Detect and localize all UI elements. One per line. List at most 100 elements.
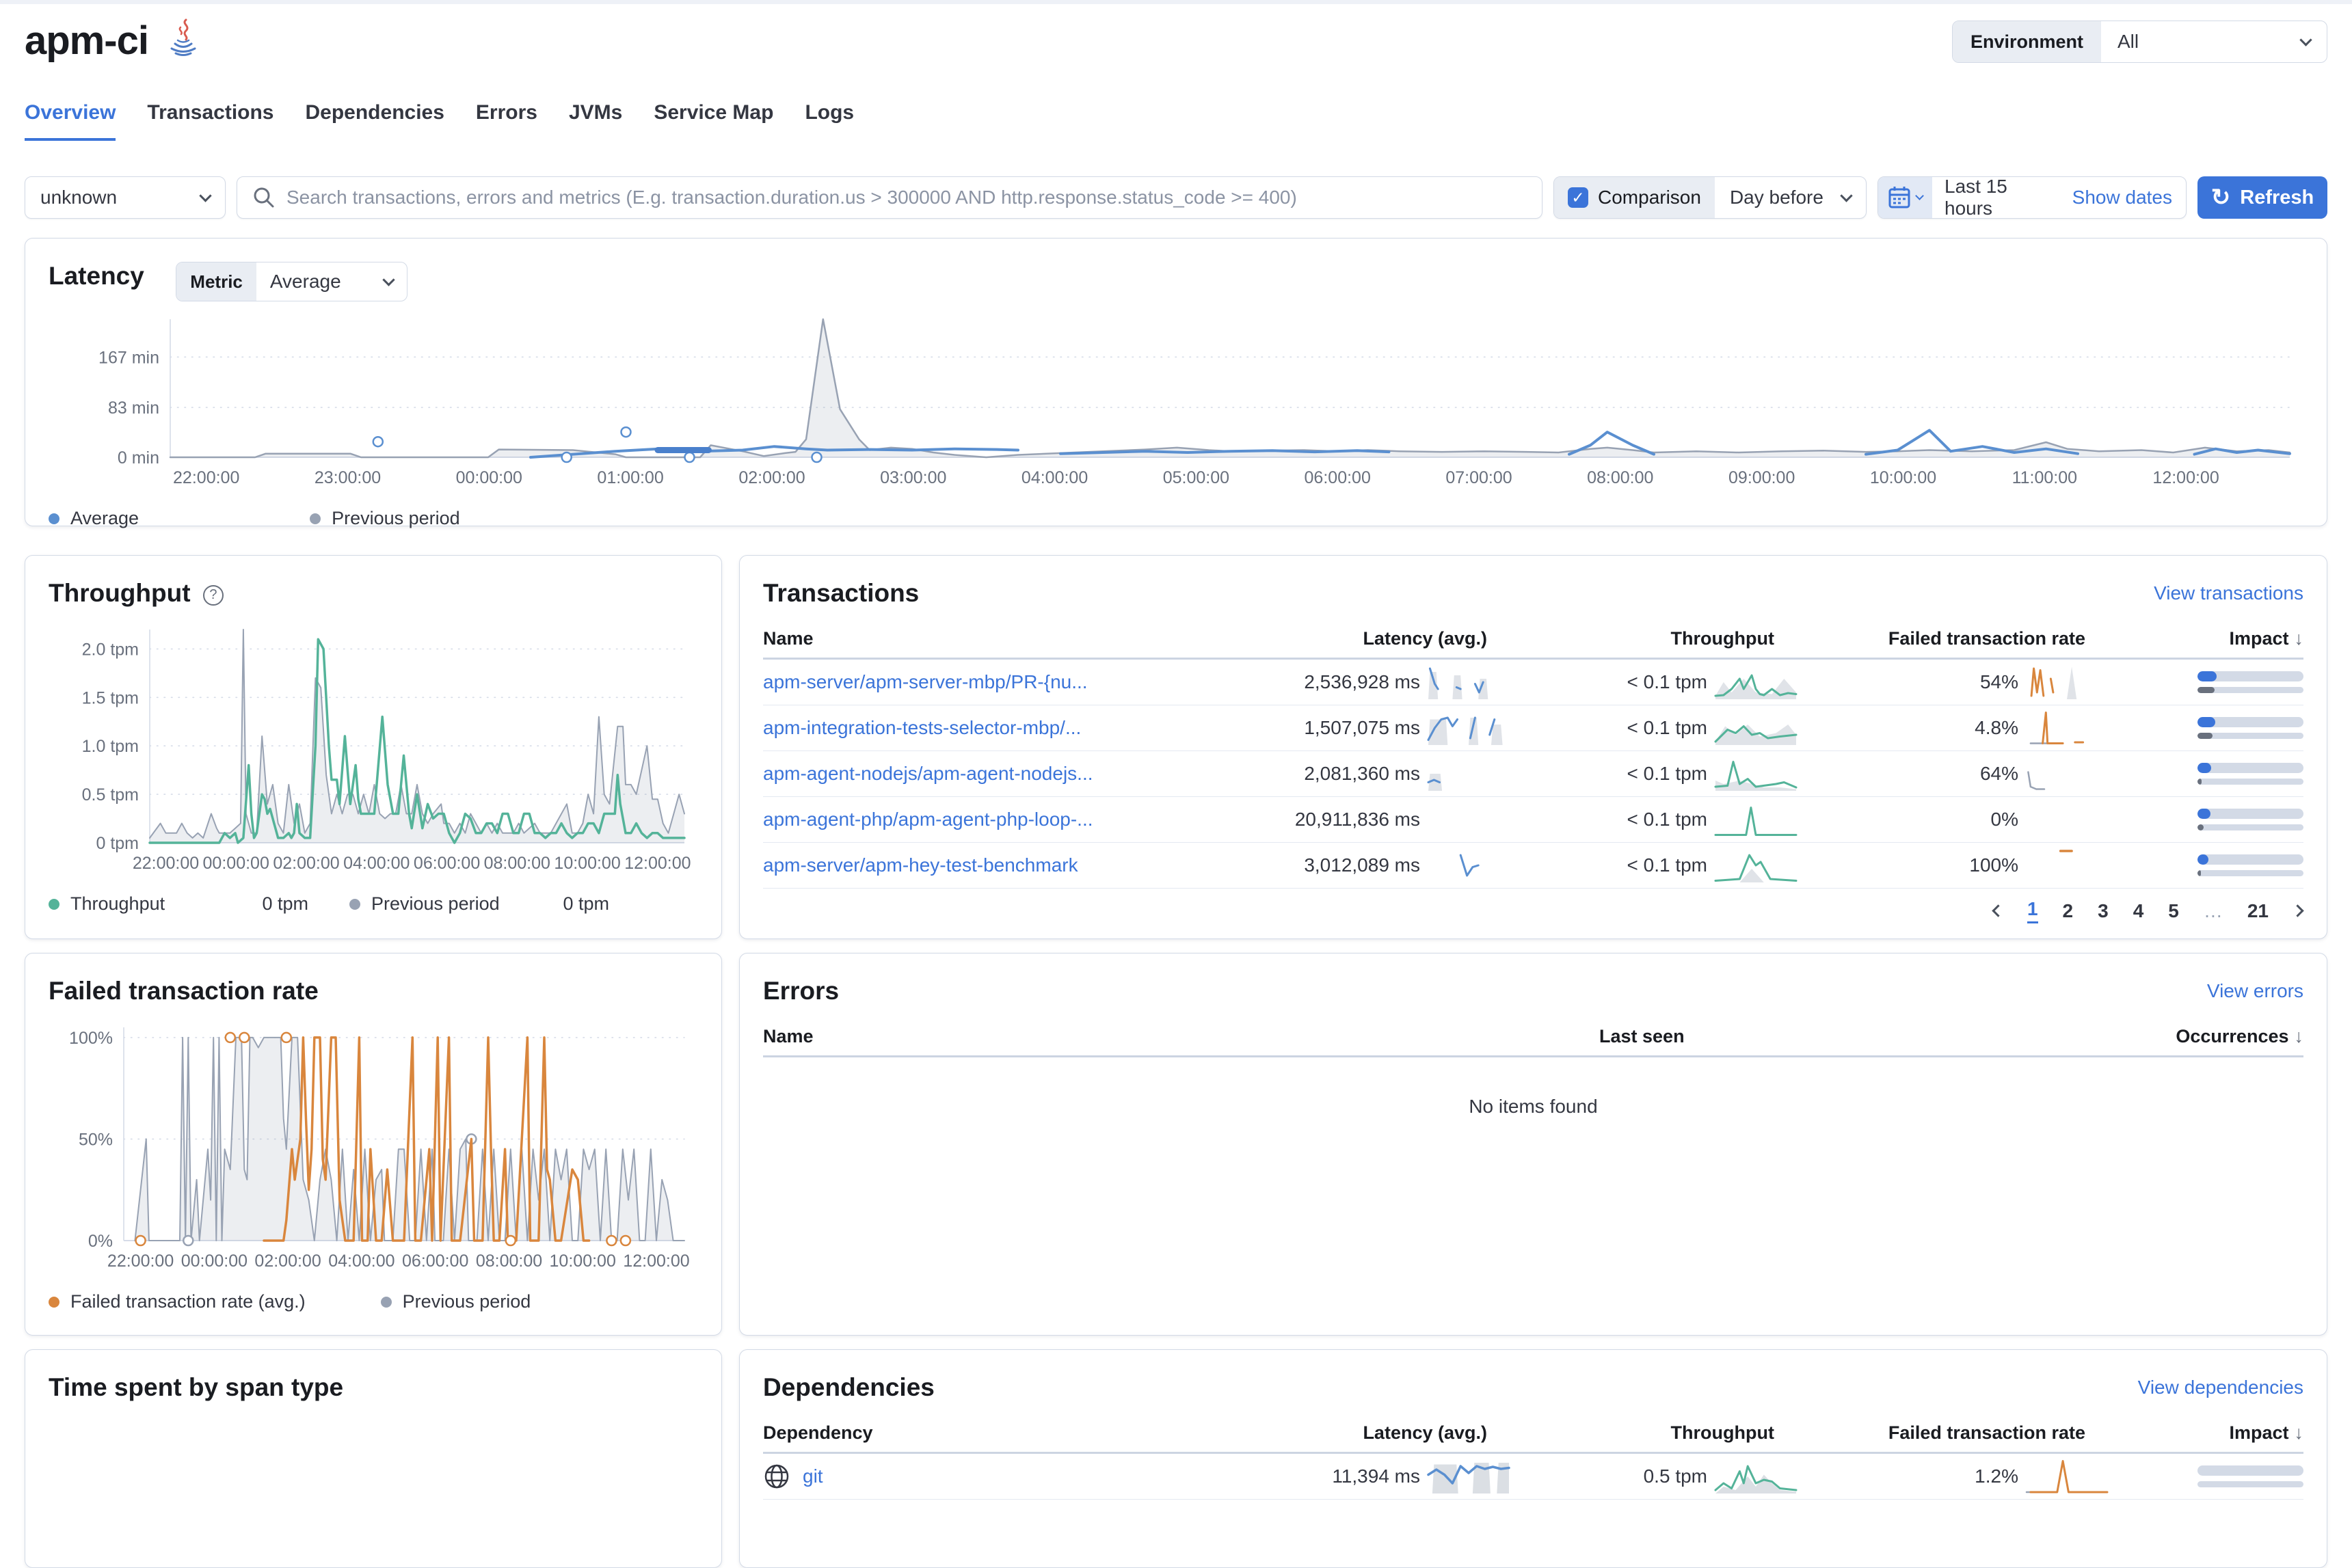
tab-dependencies[interactable]: Dependencies xyxy=(306,101,444,141)
legend-item: Average xyxy=(49,508,139,529)
comparison-toggle[interactable]: ✓ Comparison xyxy=(1554,177,1715,218)
impact-bar xyxy=(2197,1465,2303,1487)
view-dependencies-link[interactable]: View dependencies xyxy=(2138,1377,2303,1398)
impact-bar xyxy=(2197,717,2303,739)
chevron-down-icon xyxy=(199,189,211,202)
svg-text:04:00:00: 04:00:00 xyxy=(328,1252,395,1271)
svg-text:2.0 tpm: 2.0 tpm xyxy=(82,640,139,659)
svg-text:06:00:00: 06:00:00 xyxy=(402,1252,468,1271)
throughput-chart[interactable]: 0 tpm0.5 tpm1.0 tpm1.5 tpm2.0 tpm22:00:0… xyxy=(49,621,698,876)
transaction-link[interactable]: apm-server/apm-hey-test-benchmark xyxy=(763,854,1078,876)
chevron-down-icon xyxy=(2299,33,2312,46)
impact-bar xyxy=(2197,809,2303,830)
failed-rate-sparkline xyxy=(2025,662,2109,702)
help-icon[interactable]: ? xyxy=(203,585,224,606)
dependencies-title: Dependencies xyxy=(763,1373,935,1402)
page-button-4[interactable]: 4 xyxy=(2133,900,2144,922)
table-row: apm-agent-nodejs/apm-agent-nodejs... 2,0… xyxy=(763,751,2303,797)
sort-desc-icon: ↓ xyxy=(2295,628,2304,649)
page-button-21[interactable]: 21 xyxy=(2247,900,2269,922)
throughput-sparkline xyxy=(1714,754,1798,794)
legend-item: Failed transaction rate (avg.) xyxy=(49,1291,306,1312)
java-agent-icon xyxy=(166,18,200,64)
svg-text:12:00:00: 12:00:00 xyxy=(2152,468,2219,487)
view-errors-link[interactable]: View errors xyxy=(2207,980,2303,1002)
search-input[interactable] xyxy=(286,187,1527,208)
svg-text:02:00:00: 02:00:00 xyxy=(738,468,805,487)
page-button-2[interactable]: 2 xyxy=(2063,900,2074,922)
comparison-select[interactable]: Day before xyxy=(1715,187,1866,208)
check-icon: ✓ xyxy=(1571,189,1584,207)
table-row: apm-agent-php/apm-agent-php-loop-... 20,… xyxy=(763,797,2303,843)
calendar-button[interactable] xyxy=(1878,177,1932,218)
impact-sort-header[interactable]: Impact ↓ xyxy=(2197,1422,2303,1444)
metric-label: Metric xyxy=(176,262,256,301)
svg-text:50%: 50% xyxy=(79,1130,113,1149)
metric-value: Average xyxy=(270,271,341,293)
svg-text:04:00:00: 04:00:00 xyxy=(343,854,410,873)
tab-service-map[interactable]: Service Map xyxy=(654,101,773,141)
refresh-icon: ↻ xyxy=(2211,186,2231,209)
svg-text:02:00:00: 02:00:00 xyxy=(254,1252,321,1271)
chevron-down-icon xyxy=(1840,189,1852,202)
time-range-value[interactable]: Last 15 hours xyxy=(1932,176,2072,219)
svg-text:167 min: 167 min xyxy=(98,348,159,367)
table-row: apm-server/apm-server-mbp/PR-{nu... 2,53… xyxy=(763,660,2303,705)
svg-text:03:00:00: 03:00:00 xyxy=(880,468,946,487)
failed-rate-chart[interactable]: 0%50%100%22:00:0000:00:0002:00:0004:00:0… xyxy=(49,1019,698,1273)
comparison-control: ✓ Comparison Day before xyxy=(1553,176,1867,219)
environment-select[interactable]: Environment All xyxy=(1952,21,2327,63)
svg-text:01:00:00: 01:00:00 xyxy=(597,468,663,487)
tab-jvms[interactable]: JVMs xyxy=(569,101,622,141)
refresh-label: Refresh xyxy=(2240,187,2314,209)
legend-dot xyxy=(49,513,59,524)
throughput-sparkline xyxy=(1714,1457,1798,1496)
transaction-link[interactable]: apm-agent-php/apm-agent-php-loop-... xyxy=(763,809,1093,830)
transaction-type-select[interactable]: unknown xyxy=(25,176,226,219)
errors-title: Errors xyxy=(763,977,839,1005)
transaction-link[interactable]: apm-agent-nodejs/apm-agent-nodejs... xyxy=(763,763,1093,785)
page-button-5[interactable]: 5 xyxy=(2168,900,2179,922)
svg-text:08:00:00: 08:00:00 xyxy=(476,1252,542,1271)
errors-panel: Errors View errors Name Last seen Occurr… xyxy=(739,953,2327,1336)
comparison-checkbox[interactable]: ✓ xyxy=(1568,187,1588,208)
date-picker: Last 15 hours Show dates xyxy=(1877,176,2187,219)
svg-text:22:00:00: 22:00:00 xyxy=(173,468,239,487)
table-row: apm-integration-tests-selector-mbp/... 1… xyxy=(763,705,2303,751)
next-page-icon[interactable] xyxy=(2291,904,2303,917)
page-button-1[interactable]: 1 xyxy=(2027,898,2038,923)
dependency-link[interactable]: git xyxy=(803,1465,823,1487)
occurrences-sort-header[interactable]: Occurrences ↓ xyxy=(2078,1026,2303,1047)
latency-sparkline xyxy=(1427,846,1510,885)
impact-sort-header[interactable]: Impact ↓ xyxy=(2197,628,2303,649)
svg-text:10:00:00: 10:00:00 xyxy=(1870,468,1936,487)
tab-transactions[interactable]: Transactions xyxy=(147,101,273,141)
svg-text:05:00:00: 05:00:00 xyxy=(1163,468,1229,487)
svg-text:02:00:00: 02:00:00 xyxy=(273,854,339,873)
latency-legend: Average Previous period xyxy=(49,508,2303,529)
latency-panel: Latency Metric Average 0 min83 min167 mi… xyxy=(25,238,2327,526)
tab-overview[interactable]: Overview xyxy=(25,101,116,141)
latency-chart[interactable]: 0 min83 min167 min22:00:0023:00:0000:00:… xyxy=(49,311,2303,490)
failed-rate-sparkline xyxy=(2025,708,2109,748)
svg-text:06:00:00: 06:00:00 xyxy=(414,854,480,873)
service-name: apm-ci xyxy=(25,18,148,64)
refresh-button[interactable]: ↻ Refresh xyxy=(2197,176,2327,219)
view-transactions-link[interactable]: View transactions xyxy=(2154,582,2303,604)
latency-sparkline xyxy=(1427,708,1510,748)
legend-item: Throughput 0 tpm xyxy=(49,893,308,915)
transaction-link[interactable]: apm-server/apm-server-mbp/PR-{nu... xyxy=(763,671,1088,693)
page-button-3[interactable]: 3 xyxy=(2098,900,2109,922)
tab-errors[interactable]: Errors xyxy=(476,101,537,141)
transaction-link[interactable]: apm-integration-tests-selector-mbp/... xyxy=(763,717,1081,739)
latency-metric-select[interactable]: Metric Average xyxy=(176,262,407,301)
svg-text:23:00:00: 23:00:00 xyxy=(315,468,381,487)
svg-text:00:00:00: 00:00:00 xyxy=(181,1252,248,1271)
show-dates-link[interactable]: Show dates xyxy=(2072,187,2186,208)
svg-text:08:00:00: 08:00:00 xyxy=(1587,468,1653,487)
previous-page-icon[interactable] xyxy=(1992,904,2004,917)
svg-text:0 tpm: 0 tpm xyxy=(96,834,139,853)
throughput-title: Throughput xyxy=(49,579,191,608)
tab-logs[interactable]: Logs xyxy=(805,101,854,141)
empty-table-message: No items found xyxy=(763,1096,2303,1118)
